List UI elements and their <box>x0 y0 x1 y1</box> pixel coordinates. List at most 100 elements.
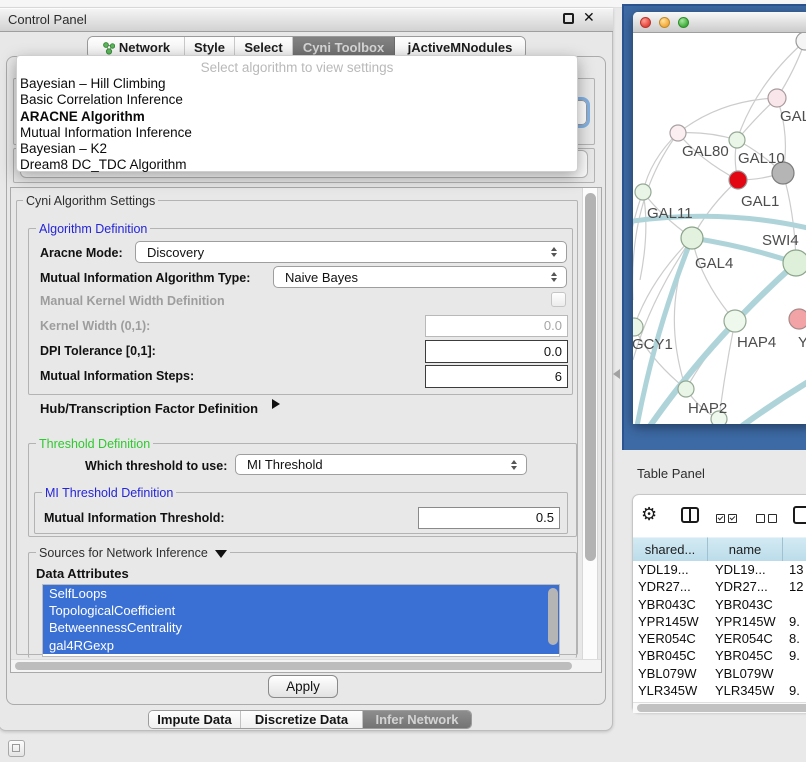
table-column-header[interactable] <box>783 537 806 561</box>
columns-icon[interactable] <box>681 507 699 523</box>
table-cell: YER054C <box>708 630 783 647</box>
mi-steps-label: Mutual Information Steps: <box>40 369 194 383</box>
mi-type-label: Mutual Information Algorithm Type: <box>40 271 250 285</box>
restore-panel-icon[interactable] <box>8 740 25 757</box>
network-node-gal80[interactable] <box>670 125 686 141</box>
bottom-tab-infer-network[interactable]: Infer Network <box>363 711 471 728</box>
close-icon[interactable]: ✕ <box>583 9 595 26</box>
which-threshold-combo[interactable]: MI Threshold <box>235 454 527 475</box>
table-row[interactable]: YBR043CYBR043C <box>633 596 806 613</box>
algorithm-dropdown-popup: Select algorithm to view settings Bayesi… <box>16 55 578 172</box>
apply-button[interactable]: Apply <box>268 675 338 698</box>
dropdown-item[interactable]: Dream8 DC_TDC Algorithm <box>17 157 577 173</box>
network-node-gal11[interactable] <box>635 184 651 200</box>
dropdown-item[interactable]: Basic Correlation Inference <box>17 92 577 108</box>
table-cell: 8. <box>783 630 806 647</box>
sources-collapse-arrow-icon[interactable] <box>215 550 227 558</box>
network-node-gal4[interactable] <box>681 227 703 249</box>
node-label-hap2: HAP2 <box>688 400 727 417</box>
sources-title: Sources for Network Inference <box>36 546 230 560</box>
control-panel-titlebar[interactable] <box>0 8 613 32</box>
minimize-traffic-light-icon[interactable] <box>659 17 670 28</box>
mi-threshold-label: Mutual Information Threshold: <box>44 511 225 525</box>
node-label-gal4: GAL4 <box>695 255 733 272</box>
table-cell: YPR145W <box>633 613 708 630</box>
settings-hscroll-thumb[interactable] <box>15 662 572 670</box>
table-row[interactable]: YDR27...YDR27...12 <box>633 578 806 595</box>
which-threshold-value: MI Threshold <box>247 457 323 472</box>
data-attribute-item[interactable]: gal4RGexp <box>43 637 559 654</box>
dropdown-item[interactable]: Bayesian – K2 <box>17 141 577 157</box>
data-attributes-list[interactable]: SelfLoopsTopologicalCoefficientBetweenne… <box>42 584 560 657</box>
dpi-tolerance-field[interactable]: 0.0 <box>425 340 568 363</box>
node-label-gal8: GAL8 <box>780 108 806 125</box>
threshold-definition-title: Threshold Definition <box>36 437 153 451</box>
network-node-y-node[interactable] <box>789 309 806 329</box>
dropdown-item[interactable]: Mutual Information Inference <box>17 125 577 141</box>
tab-label: Network <box>119 40 170 55</box>
close-traffic-light-icon[interactable] <box>640 17 651 28</box>
network-node-gal10[interactable] <box>729 132 745 148</box>
aracne-mode-combo[interactable]: Discovery <box>135 241 567 263</box>
network-canvas[interactable]: GAL8GAL80GAL10GAL1GAL11GAL4SWI4GCY1HAP4Y… <box>633 33 806 424</box>
export-table-icon[interactable] <box>793 506 806 524</box>
mi-threshold-field[interactable]: 0.5 <box>418 507 560 529</box>
network-tab-icon <box>102 41 115 55</box>
table-row[interactable]: YBR045CYBR045C9. <box>633 647 806 664</box>
which-threshold-label: Which threshold to use: <box>85 459 227 473</box>
tab-label: Cyni Toolbox <box>303 40 384 55</box>
table-cell: 13 <box>783 561 806 578</box>
table-row[interactable]: YLR345WYLR345W9. <box>633 682 806 699</box>
table-column-header[interactable]: name <box>708 537 783 561</box>
select-all-columns-icon[interactable] <box>716 514 737 523</box>
data-attribute-item[interactable]: SelfLoops <box>43 585 559 602</box>
network-node-gal8[interactable] <box>768 89 786 107</box>
bottom-tab-impute-data[interactable]: Impute Data <box>149 711 241 728</box>
mi-type-combo[interactable]: Naive Bayes <box>273 266 567 288</box>
network-node-hap2[interactable] <box>678 381 694 397</box>
zoom-traffic-light-icon[interactable] <box>678 17 689 28</box>
control-panel-title: Control Panel <box>8 12 87 27</box>
network-edge[interactable] <box>678 133 737 140</box>
hub-definition-label[interactable]: Hub/Transcription Factor Definition <box>40 401 258 416</box>
dropdown-item[interactable]: Bayesian – Hill Climbing <box>17 76 577 92</box>
manual-kernel-checkbox[interactable] <box>551 292 566 307</box>
table-row[interactable]: YDL19...YDL19...13 <box>633 561 806 578</box>
network-edge[interactable] <box>742 382 806 424</box>
network-edge[interactable] <box>737 41 805 140</box>
table-column-header[interactable]: shared... <box>633 537 708 561</box>
data-attribute-item[interactable]: TopologicalCoefficient <box>43 602 559 619</box>
splitter-collapse-icon[interactable] <box>613 369 620 379</box>
settings-vscroll-thumb[interactable] <box>585 193 596 561</box>
kernel-width-field[interactable]: 0.0 <box>425 315 568 337</box>
network-node-hap4[interactable] <box>724 310 746 332</box>
table-row[interactable]: YER054CYER054C8. <box>633 630 806 647</box>
network-edge[interactable] <box>783 173 796 263</box>
table-row[interactable]: YPR145WYPR145W9. <box>633 613 806 630</box>
combo-arrows-icon <box>551 272 557 282</box>
deselect-all-columns-icon[interactable] <box>756 514 777 523</box>
table-cell: YBR043C <box>708 596 783 613</box>
network-edge[interactable] <box>678 98 777 133</box>
table-panel-title: Table Panel <box>637 466 705 481</box>
cyni-settings-title: Cyni Algorithm Settings <box>23 194 158 208</box>
network-node-swi4[interactable] <box>783 250 806 276</box>
bottom-tab-discretize-data[interactable]: Discretize Data <box>241 711 363 728</box>
node-label-hap4: HAP4 <box>737 334 776 351</box>
combo-arrows-icon <box>551 247 557 257</box>
table-row[interactable]: YBL079WYBL079W <box>633 665 806 682</box>
network-node-gal1[interactable] <box>729 171 747 189</box>
data-attribute-item[interactable]: BetweennessCentrality <box>43 619 559 636</box>
gear-icon[interactable]: ⚙ <box>641 504 657 525</box>
network-edge[interactable] <box>643 133 678 192</box>
network-edge[interactable] <box>692 238 735 321</box>
hub-expand-arrow-icon[interactable] <box>272 399 280 409</box>
float-window-icon[interactable] <box>563 13 574 24</box>
table-hscroll-thumb[interactable] <box>637 704 806 712</box>
dropdown-item[interactable]: ARACNE Algorithm <box>17 109 577 125</box>
list-scrollbar-thumb[interactable] <box>548 588 558 645</box>
manual-kernel-label: Manual Kernel Width Definition <box>40 294 225 308</box>
algorithm-definition-title: Algorithm Definition <box>36 222 150 236</box>
table-cell: YDL19... <box>633 561 708 578</box>
mi-steps-field[interactable]: 6 <box>425 365 568 388</box>
